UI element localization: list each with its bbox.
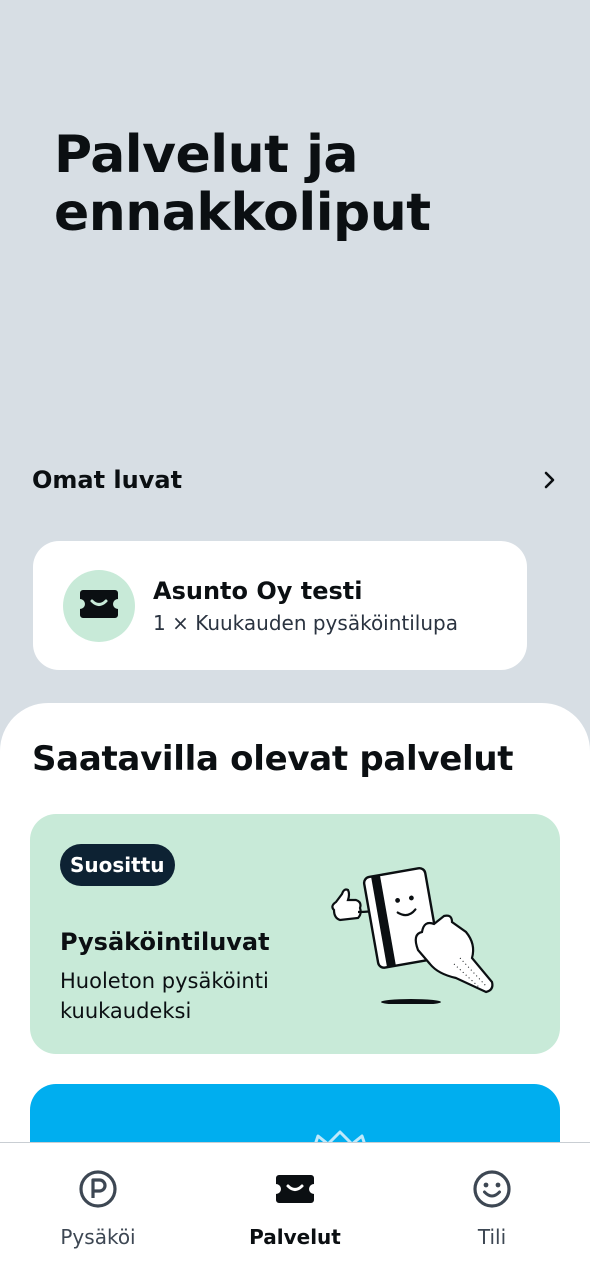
- nav-label: Palvelut: [249, 1225, 341, 1249]
- page-title: Palvelut ja ennakkoliput: [54, 125, 431, 243]
- chevron-right-icon[interactable]: [538, 468, 562, 492]
- permit-subtitle: 1 × Kuukauden pysäköintilupa: [153, 610, 458, 635]
- ticket-icon: [79, 589, 119, 623]
- services-sheet: Saatavilla olevat palvelut Suosittu Pysä…: [0, 703, 590, 1143]
- own-permits-label: Omat luvat: [32, 466, 183, 494]
- service-card-parking-permits[interactable]: Suosittu Pysäköintiluvat Huoleton pysäkö…: [30, 814, 560, 1054]
- available-services-title: Saatavilla olevat palvelut: [32, 739, 514, 779]
- service-title: Pysäköintiluvat: [60, 928, 270, 956]
- ticket-icon: [273, 1167, 317, 1211]
- smiley-icon: [470, 1167, 514, 1211]
- bottom-navigation: Pysäköi Palvelut Tili: [0, 1142, 590, 1279]
- permit-card[interactable]: Asunto Oy testi 1 × Kuukauden pysäköinti…: [33, 541, 527, 670]
- nav-item-palvelut[interactable]: Palvelut: [225, 1167, 365, 1249]
- service-card-2[interactable]: [30, 1084, 560, 1143]
- card-hand-illustration: [326, 854, 506, 1005]
- nav-item-tili[interactable]: Tili: [422, 1167, 562, 1249]
- parking-icon: [76, 1167, 120, 1211]
- nav-item-pysakoi[interactable]: Pysäköi: [28, 1167, 168, 1249]
- nav-label: Pysäköi: [60, 1225, 136, 1249]
- permit-title: Asunto Oy testi: [153, 576, 363, 605]
- permit-icon-circle: [63, 569, 135, 642]
- service-description: Huoleton pysäköinti kuukaudeksi: [60, 969, 269, 1023]
- own-permits-header[interactable]: Omat luvat: [32, 462, 562, 498]
- nav-label: Tili: [477, 1225, 507, 1249]
- popular-badge: Suosittu: [60, 844, 175, 886]
